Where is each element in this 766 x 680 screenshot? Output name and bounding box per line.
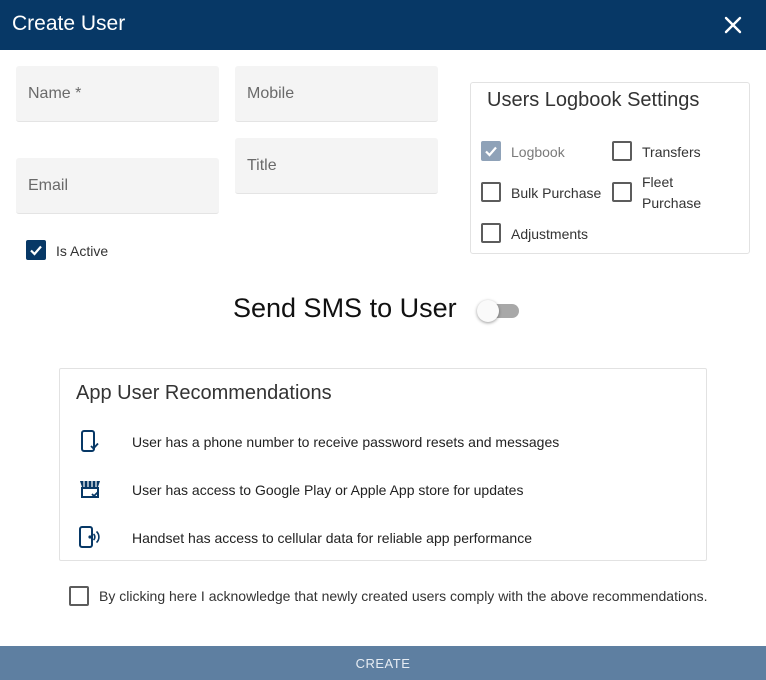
transfers-label: Transfers [642,144,701,160]
acknowledge-checkbox[interactable] [69,586,89,606]
fleet-purchase-label-line2: Purchase [642,195,702,211]
logbook-settings-title: Users Logbook Settings [487,89,700,111]
adjustments-checkbox[interactable] [481,223,501,243]
dialog-title: Create User [12,12,126,35]
bulk-purchase-label: Bulk Purchase [511,185,602,201]
store-check-icon [78,477,102,501]
recommendation-text-2: User has access to Google Play or Apple … [132,482,524,498]
name-field[interactable] [16,66,219,121]
create-button[interactable]: CREATE [0,646,766,680]
adjustments-label: Adjustments [511,226,589,242]
close-button[interactable] [722,14,744,36]
dialog-header: Create User [0,0,766,50]
transfers-checkbox[interactable] [612,141,632,161]
is-active-label: Is Active [56,243,109,259]
toggle-knob [477,300,499,322]
title-field[interactable] [235,138,438,193]
send-sms-toggle[interactable] [477,300,519,322]
recommendation-text-1: User has a phone number to receive passw… [132,434,560,450]
mobile-field[interactable] [235,66,438,121]
mobile-field-container [235,66,438,122]
email-field-container [16,158,219,214]
is-active-checkbox[interactable] [26,240,46,260]
send-sms-label: Send SMS to User [233,293,457,323]
email-field[interactable] [16,158,219,213]
recommendation-text-3: Handset has access to cellular data for … [132,530,532,546]
fleet-purchase-checkbox[interactable] [612,182,632,202]
title-field-container [235,138,438,194]
close-icon [724,16,742,34]
acknowledge-label: By clicking here I acknowledge that newl… [99,588,708,604]
phone-signal-icon [78,525,102,549]
logbook-checkbox[interactable] [481,141,501,161]
bulk-purchase-checkbox[interactable] [481,182,501,202]
fleet-purchase-label-line1: Fleet [642,174,674,190]
checkmark-icon [30,245,42,256]
name-field-container [16,66,219,122]
logbook-label: Logbook [511,144,565,160]
phone-check-icon [78,429,102,453]
checkmark-icon [485,146,497,157]
recommendations-title: App User Recommendations [76,382,332,404]
